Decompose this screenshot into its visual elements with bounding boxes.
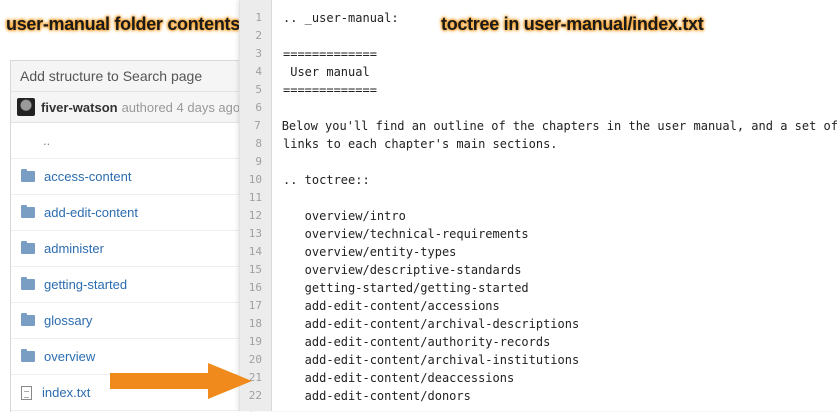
line-number[interactable]: 16	[240, 279, 262, 297]
line-number[interactable]: 10	[240, 171, 262, 189]
line-number[interactable]: 12	[240, 207, 262, 225]
line-text: getting-started/getting-started	[283, 281, 529, 295]
folder-row[interactable]: add-edit-content	[11, 195, 251, 231]
folder-icon	[21, 349, 35, 362]
line-number[interactable]: 7	[240, 117, 261, 135]
line-number[interactable]: 13	[240, 225, 262, 243]
folder-name[interactable]: administer	[44, 241, 104, 256]
line-number[interactable]: 5	[240, 81, 262, 99]
code-line: 7 Below you'll find an outline of the cha…	[240, 117, 837, 135]
code-line: 19 add-edit-content/authority-records	[240, 333, 837, 351]
code-line: 22 add-edit-content/donors	[240, 387, 837, 405]
code-line: 4 User manual	[240, 63, 837, 81]
parent-directory-link[interactable]: ..	[11, 123, 251, 159]
code-line: 9	[240, 153, 837, 171]
line-number[interactable]: 14	[240, 243, 262, 261]
line-text: overview/entity-types	[283, 245, 457, 259]
folder-name[interactable]: access-content	[44, 169, 131, 184]
code-line: 20 add-edit-content/archival-institution…	[240, 351, 837, 369]
code-line: 16 getting-started/getting-started	[240, 279, 837, 297]
caption-folder-contents: user-manual folder contents	[6, 14, 240, 34]
line-text: User manual	[283, 65, 370, 79]
file-browser-panel: Add structure to Search page fiver-watso…	[10, 60, 252, 412]
line-number[interactable]: 8	[240, 135, 262, 153]
line-number[interactable]: 19	[240, 333, 262, 351]
folder-row[interactable]: getting-started	[11, 267, 251, 303]
line-text: overview/technical-requirements	[283, 227, 529, 241]
code-line: 17 add-edit-content/accessions	[240, 297, 837, 315]
code-line: 8 links to each chapter's main sections.	[240, 135, 837, 153]
line-text: add-edit-content/accessions	[283, 299, 500, 313]
folder-list: access-content add-edit-content administer…	[11, 159, 251, 375]
line-text: add-edit-content/archival-descriptions	[283, 317, 580, 331]
line-text: overview/intro	[283, 209, 406, 223]
code-line: 21 add-edit-content/deaccessions	[240, 369, 837, 387]
code-line: 18 add-edit-content/archival-description…	[240, 315, 837, 333]
code-line: 11	[240, 189, 837, 207]
line-text: .. _user-manual:	[283, 11, 399, 25]
code-line: 13 overview/technical-requirements	[240, 225, 837, 243]
folder-name[interactable]: getting-started	[44, 277, 127, 292]
code-line: 12 overview/intro	[240, 207, 837, 225]
line-text: add-edit-content/deaccessions	[283, 371, 515, 385]
commit-info: fiver-watson authored 4 days ago	[11, 92, 251, 123]
line-text: add-edit-content/donors	[283, 389, 471, 403]
line-number[interactable]: 15	[240, 261, 262, 279]
folder-icon	[21, 205, 35, 218]
avatar[interactable]	[17, 98, 35, 116]
code-line: 15 overview/descriptive-standards	[240, 261, 837, 279]
folder-row[interactable]: glossary	[11, 303, 251, 339]
code-line: 5 =============	[240, 81, 837, 99]
commit-message[interactable]: Add structure to Search page	[11, 61, 251, 92]
line-number[interactable]: 9	[240, 153, 262, 171]
commit-meta: authored 4 days ago	[121, 99, 241, 115]
folder-icon	[21, 169, 35, 182]
line-number[interactable]: 4	[240, 63, 262, 81]
line-text: overview/descriptive-standards	[283, 263, 522, 277]
folder-name[interactable]: add-edit-content	[44, 205, 138, 220]
folder-row[interactable]: administer	[11, 231, 251, 267]
arrow-icon	[110, 363, 252, 399]
line-text: links to each chapter's main sections.	[283, 137, 558, 151]
line-number[interactable]: 6	[240, 99, 262, 117]
line-text: =============	[283, 83, 377, 97]
code-line: 14 overview/entity-types	[240, 243, 837, 261]
line-text: add-edit-content/archival-institutions	[283, 353, 580, 367]
author-name[interactable]: fiver-watson	[41, 100, 118, 115]
line-number[interactable]: 2	[240, 27, 262, 45]
code-line: 6	[240, 99, 837, 117]
file-name[interactable]: index.txt	[42, 385, 90, 400]
file-icon	[21, 385, 32, 400]
line-number[interactable]: 11	[240, 189, 262, 207]
folder-row[interactable]: access-content	[11, 159, 251, 195]
code-line: 3 =============	[240, 45, 837, 63]
folder-name[interactable]: overview	[44, 349, 95, 364]
code-viewer: 1 .. _user-manual: 2 3 ============= 4 User m…	[239, 0, 837, 411]
folder-icon	[21, 277, 35, 290]
line-number[interactable]: 3	[240, 45, 262, 63]
code-line: 10 .. toctree::	[240, 171, 837, 189]
folder-name[interactable]: glossary	[44, 313, 92, 328]
folder-icon	[21, 313, 35, 326]
line-text: Below you'll find an outline of the chap…	[281, 119, 837, 133]
line-number[interactable]: 1	[240, 9, 262, 27]
folder-icon	[21, 241, 35, 254]
line-text: =============	[283, 47, 377, 61]
line-text: .. toctree::	[283, 173, 370, 187]
line-number[interactable]: 18	[240, 315, 262, 333]
line-number[interactable]: 17	[240, 297, 262, 315]
caption-toctree: toctree in user-manual/index.txt	[441, 14, 704, 34]
code-lines: 1 .. _user-manual: 2 3 ============= 4 User m…	[240, 9, 837, 405]
line-text: add-edit-content/authority-records	[283, 335, 551, 349]
